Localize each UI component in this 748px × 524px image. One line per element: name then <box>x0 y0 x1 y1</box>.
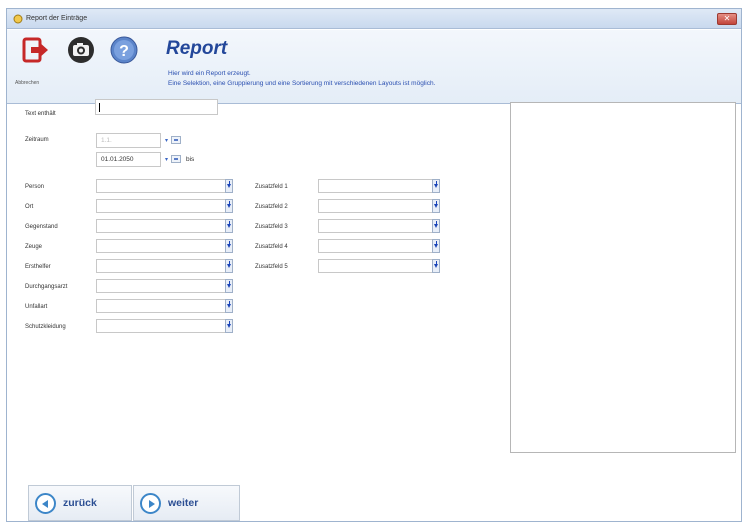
header-description-1: Hier wird ein Report erzeugt. <box>168 70 251 77</box>
field-label-zusatzfeld-2: Zusatzfeld 2 <box>255 204 288 210</box>
field-gegenstand[interactable] <box>96 219 233 233</box>
date-from-calendar-icon[interactable] <box>171 136 181 144</box>
field-label-zusatzfeld-4: Zusatzfeld 4 <box>255 244 288 250</box>
next-button[interactable]: weiter <box>133 485 240 521</box>
field-zusatzfeld-5[interactable] <box>318 259 440 273</box>
field-label-gegenstand: Gegenstand <box>25 224 58 230</box>
text-cursor <box>99 103 100 112</box>
back-button-label: zurück <box>63 497 97 509</box>
field-person[interactable] <box>96 179 233 193</box>
camera-icon[interactable] <box>67 36 95 64</box>
period-label: Zeitraum <box>25 137 49 143</box>
field-label-zeuge: Zeuge <box>25 244 43 250</box>
date-to-field[interactable]: 01.01.2050 <box>96 152 161 167</box>
person-dropdown-icon[interactable] <box>225 179 233 193</box>
svg-text:?: ? <box>119 43 129 60</box>
layout-preview-panel[interactable] <box>510 102 736 453</box>
toolbar: ? Abbrechen Report Hier wird ein Report … <box>7 30 741 104</box>
zusatzfeld-3-dropdown-icon[interactable] <box>432 219 440 233</box>
ort-dropdown-icon[interactable] <box>225 199 233 213</box>
zusatzfeld-4-dropdown-icon[interactable] <box>432 239 440 253</box>
next-button-label: weiter <box>168 497 199 509</box>
zusatzfeld-1-dropdown-icon[interactable] <box>432 179 440 193</box>
field-label-ersthelfer: Ersthelfer <box>25 264 51 270</box>
field-unfallart[interactable] <box>96 299 233 313</box>
close-button[interactable]: ✕ <box>717 13 737 25</box>
exit-label: Abbrechen <box>15 80 40 86</box>
date-from-field[interactable]: 1.1. <box>96 133 161 148</box>
window-title: Report der Einträge <box>26 15 88 22</box>
help-icon[interactable]: ? <box>110 36 138 64</box>
field-label-ort: Ort <box>25 204 34 210</box>
zusatzfeld-5-dropdown-icon[interactable] <box>432 259 440 273</box>
field-label-unfallart: Unfallart <box>25 304 48 310</box>
app-icon <box>13 14 23 24</box>
gegenstand-dropdown-icon[interactable] <box>225 219 233 233</box>
field-label-durchgangsarzt: Durchgangsarzt <box>25 284 68 290</box>
schutzkleidung-dropdown-icon[interactable] <box>225 319 233 333</box>
next-arrow-icon <box>140 493 161 514</box>
field-ort[interactable] <box>96 199 233 213</box>
field-label-zusatzfeld-1: Zusatzfeld 1 <box>255 184 288 190</box>
field-ersthelfer[interactable] <box>96 259 233 273</box>
page-title: Report <box>166 38 228 59</box>
exit-icon[interactable] <box>21 36 49 64</box>
back-button[interactable]: zurück <box>28 485 132 521</box>
field-durchgangsarzt[interactable] <box>96 279 233 293</box>
field-zusatzfeld-1[interactable] <box>318 179 440 193</box>
date-to-separator: bis <box>186 156 195 163</box>
field-label-zusatzfeld-5: Zusatzfeld 5 <box>255 264 288 270</box>
ersthelfer-dropdown-icon[interactable] <box>225 259 233 273</box>
unfallart-dropdown-icon[interactable] <box>225 299 233 313</box>
zeuge-dropdown-icon[interactable] <box>225 239 233 253</box>
title-bar: Report der Einträge ✕ <box>7 9 741 29</box>
text-filter-label: Text enthält <box>25 111 56 117</box>
date-to-calendar-icon[interactable] <box>171 155 181 163</box>
field-schutzkleidung[interactable] <box>96 319 233 333</box>
field-label-schutzkleidung: Schutzkleidung <box>25 324 66 330</box>
zusatzfeld-2-dropdown-icon[interactable] <box>432 199 440 213</box>
back-arrow-icon <box>35 493 56 514</box>
durchgangsarzt-dropdown-icon[interactable] <box>225 279 233 293</box>
header-description-2: Eine Selektion, eine Gruppierung und ein… <box>168 80 436 87</box>
field-zusatzfeld-4[interactable] <box>318 239 440 253</box>
field-label-person: Person <box>25 184 45 190</box>
text-filter-input[interactable] <box>95 99 218 115</box>
field-label-zusatzfeld-3: Zusatzfeld 3 <box>255 224 288 230</box>
field-zeuge[interactable] <box>96 239 233 253</box>
field-zusatzfeld-3[interactable] <box>318 219 440 233</box>
field-zusatzfeld-2[interactable] <box>318 199 440 213</box>
